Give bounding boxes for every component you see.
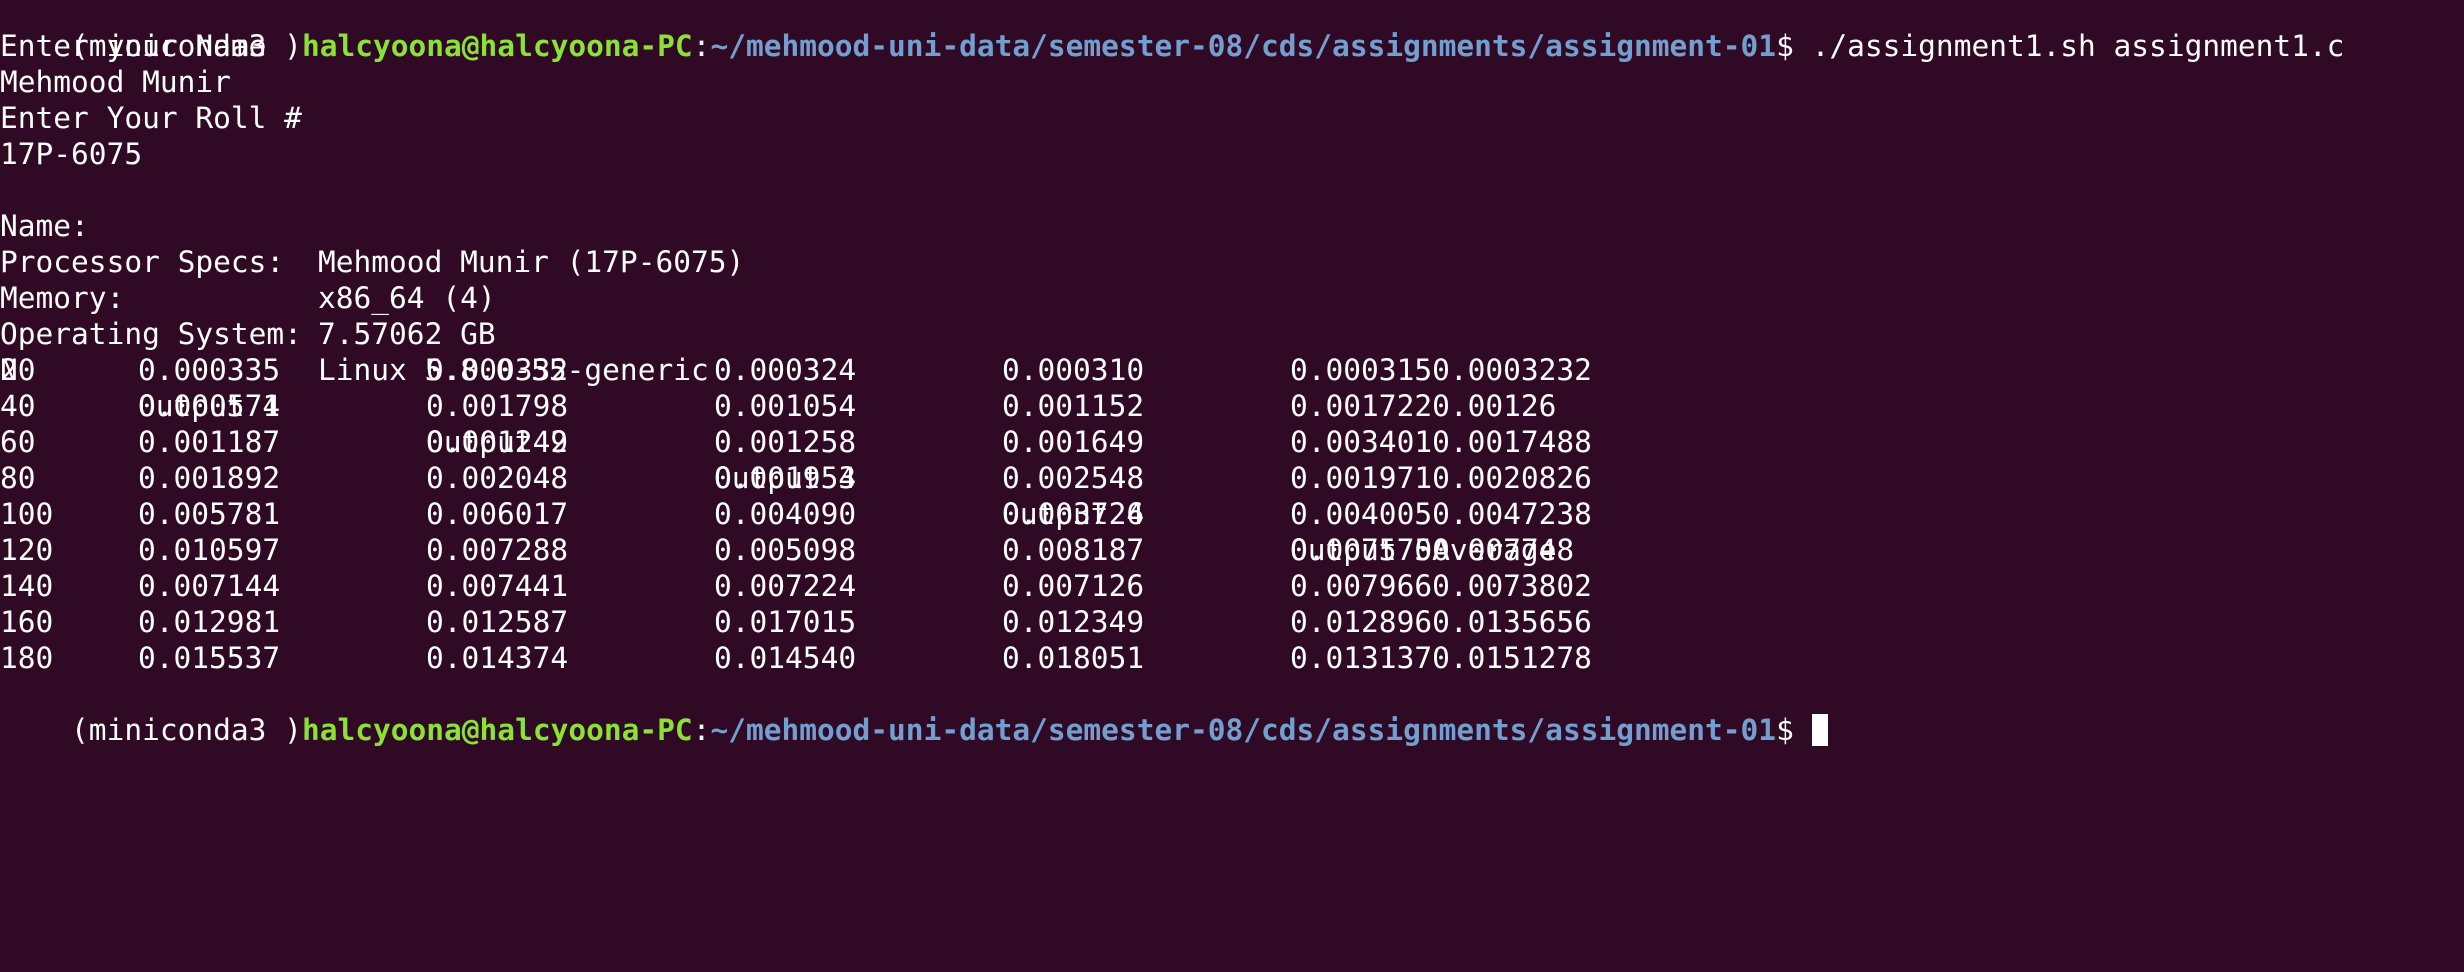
- table-cell: 0.014540: [714, 641, 857, 675]
- info-value: Mehmood Munir (17P-6075): [318, 245, 745, 279]
- user-host: halcyoona@halcyoona-PC: [301, 29, 693, 63]
- table-cell: 0.001249: [426, 425, 569, 459]
- table-cell: 0.005098: [714, 533, 857, 567]
- table-cell: 60: [0, 425, 36, 459]
- command-text: ./assignment1.sh assignment1.c: [1811, 29, 2345, 63]
- table-cell: 0.000324: [714, 353, 857, 387]
- table-cell: 0.0079660.0073802: [1290, 569, 1592, 603]
- prompt-colon: :: [692, 713, 711, 747]
- table-cell: 80: [0, 461, 36, 495]
- table-cell: 0.0128960.0135656: [1290, 605, 1592, 639]
- table-cell: 0.002048: [426, 461, 569, 495]
- table-cell: 0.012587: [426, 605, 569, 639]
- table-cell: 0.010597: [138, 533, 281, 567]
- output-line: 17P-6075: [0, 137, 143, 171]
- prompt-dollar: $: [1776, 713, 1812, 747]
- working-directory: ~/mehmood-uni-data/semester-08/cds/assig…: [710, 713, 1777, 747]
- table-cell: 160: [0, 605, 54, 639]
- table-cell: 0.001187: [138, 425, 281, 459]
- table-cell: 100: [0, 497, 54, 531]
- table-cell: 0.0003150.0003232: [1290, 353, 1592, 387]
- prompt-colon: :: [692, 29, 711, 63]
- table-cell: 0.000574: [138, 389, 281, 423]
- table-cell: 0.007224: [714, 569, 857, 603]
- info-value: x86_64 (4): [318, 281, 496, 315]
- prompt-line: (miniconda3 )halcyoona@halcyoona-PC:~/me…: [0, 0, 2344, 63]
- table-cell: 0.018051: [1002, 641, 1145, 675]
- table-cell: 0.000310: [1002, 353, 1145, 387]
- table-header: N Output 1 Output 2 Output 3 Output 4 Ou…: [0, 316, 1556, 567]
- table-cell: 0.001258: [714, 425, 857, 459]
- table-cell: 140: [0, 569, 54, 603]
- table-cell: 0.007126: [1002, 569, 1145, 603]
- table-cell: 0.003726: [1002, 497, 1145, 531]
- final-prompt-line[interactable]: (miniconda3 )halcyoona@halcyoona-PC:~/me…: [0, 676, 1828, 747]
- table-cell: 0.0019710.0020826: [1290, 461, 1592, 495]
- info-row-processor: Processor Specs: x86_64 (4): [0, 208, 496, 315]
- table-cell: 0.006017: [426, 497, 569, 531]
- table-cell: 0.000335: [138, 353, 281, 387]
- output-line: Mehmood Munir: [0, 65, 231, 99]
- text-cursor[interactable]: [1811, 714, 1828, 746]
- user-host: halcyoona@halcyoona-PC: [301, 713, 693, 747]
- table-cell: 0.014374: [426, 641, 569, 675]
- table-cell: 0.012349: [1002, 605, 1145, 639]
- table-cell: 0.012981: [138, 605, 281, 639]
- table-cell: 0.001798: [426, 389, 569, 423]
- table-cell: 0.001152: [1002, 389, 1145, 423]
- table-cell: 0.000332: [426, 353, 569, 387]
- table-cell: 0.0017220.00126: [1290, 389, 1557, 423]
- conda-env: (miniconda3 ): [71, 713, 302, 747]
- prompt-dollar: $: [1776, 29, 1812, 63]
- terminal-window[interactable]: (miniconda3 )halcyoona@halcyoona-PC:~/me…: [0, 0, 2464, 747]
- table-cell: 0.0040050.0047238: [1290, 497, 1592, 531]
- table-cell: 40: [0, 389, 36, 423]
- table-cell: 0.001892: [138, 461, 281, 495]
- table-cell: 0.004090: [714, 497, 857, 531]
- table-cell: 180: [0, 641, 54, 675]
- table-cell: 120: [0, 533, 54, 567]
- info-row-memory: Memory: 7.57062 GB: [0, 244, 496, 351]
- table-cell: 0.0034010.0017488: [1290, 425, 1592, 459]
- table-cell: 0.008187: [1002, 533, 1145, 567]
- table-cell: 20: [0, 353, 36, 387]
- table-cell: 0.017015: [714, 605, 857, 639]
- table-cell: 0.001054: [714, 389, 857, 423]
- table-cell: 0.005781: [138, 497, 281, 531]
- table-cell: 0.001954: [714, 461, 857, 495]
- table-cell: 0.007288: [426, 533, 569, 567]
- info-row-os: Operating System: Linux 5.8.0-55-generic: [0, 280, 709, 387]
- table-cell: 0.007441: [426, 569, 569, 603]
- output-line: Enter Your Roll #: [0, 101, 302, 135]
- table-cell: 0.0075700.007748: [1290, 533, 1575, 567]
- table-cell: 0.007144: [138, 569, 281, 603]
- info-row-name: Name: Mehmood Munir (17P-6075): [0, 172, 744, 279]
- table-cell: 0.001649: [1002, 425, 1145, 459]
- table-cell: 0.002548: [1002, 461, 1145, 495]
- working-directory: ~/mehmood-uni-data/semester-08/cds/assig…: [710, 29, 1777, 63]
- output-line: Enter your Name: [0, 29, 267, 63]
- table-cell: 0.0131370.0151278: [1290, 641, 1592, 675]
- info-value: 7.57062 GB: [318, 317, 496, 351]
- table-cell: 0.015537: [138, 641, 281, 675]
